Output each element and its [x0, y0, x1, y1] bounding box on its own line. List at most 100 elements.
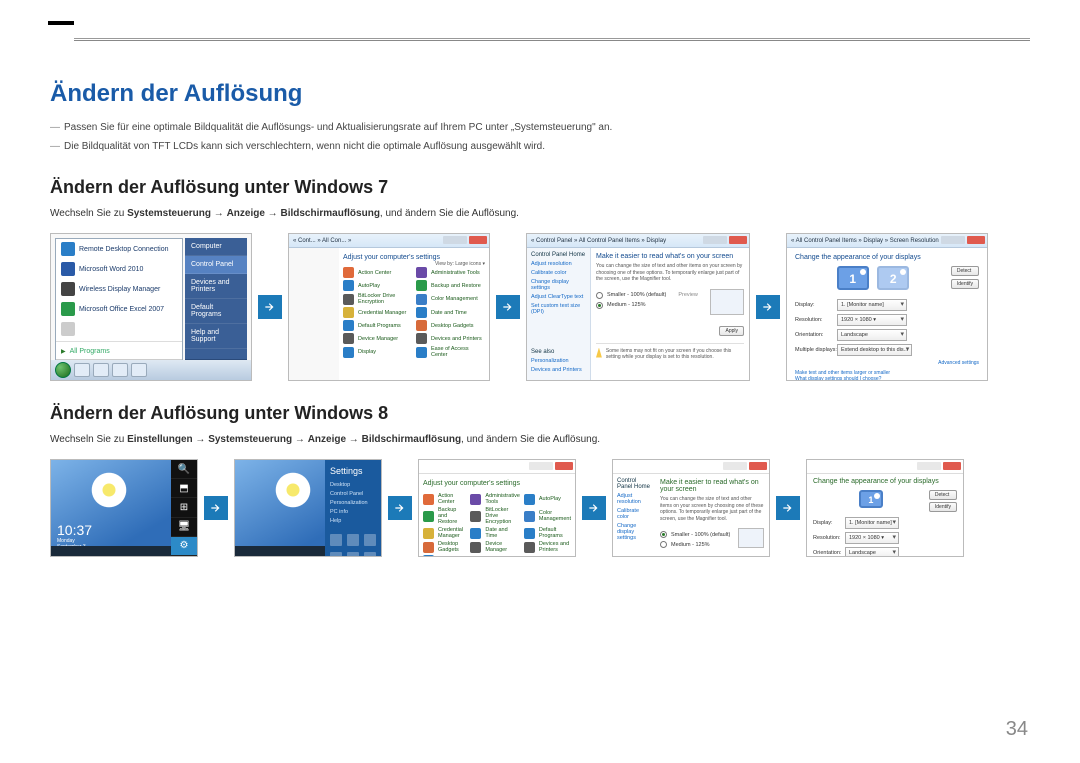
arrow-icon — [776, 496, 800, 520]
window-titlebar: « Control Panel » All Control Panel Item… — [527, 234, 749, 248]
radio-medium[interactable]: Medium - 125% — [660, 541, 730, 548]
link[interactable]: Change display settings — [531, 279, 586, 291]
display-sidebar: Control Panel Home Adjust resolution Cal… — [527, 248, 591, 380]
detect-button[interactable]: Detect — [929, 490, 957, 500]
radio-smaller[interactable]: Smaller - 100% (default)Preview — [596, 292, 698, 299]
taskbar-icon[interactable] — [93, 363, 109, 377]
link[interactable]: Calibrate color — [531, 270, 586, 276]
cp-item[interactable]: Devices and Printers — [416, 333, 485, 344]
charm-devices-icon[interactable]: 🖥 — [171, 518, 197, 537]
link[interactable]: Adjust ClearType text — [531, 294, 586, 300]
link[interactable]: Personalization — [531, 358, 582, 364]
sm-right-defaults[interactable]: Default Programs — [185, 299, 247, 324]
cp-item[interactable]: BitLocker Drive Encryption — [343, 293, 412, 305]
settings-item-controlpanel[interactable]: Control Panel — [330, 491, 376, 497]
close-icon[interactable] — [729, 236, 747, 244]
link-adjust-resolution[interactable]: Adjust resolution — [617, 493, 651, 505]
sm-right-computer[interactable]: Computer — [185, 238, 247, 256]
close-icon[interactable] — [967, 236, 985, 244]
cp-item[interactable]: Administrative Tools — [416, 267, 485, 278]
sm-right-help[interactable]: Help and Support — [185, 324, 247, 349]
close-icon[interactable] — [555, 462, 573, 470]
win7-display-shot: « Control Panel » All Control Panel Item… — [526, 233, 750, 381]
link[interactable]: Change display settings — [617, 523, 651, 541]
arrow-icon — [496, 295, 520, 319]
settings-item[interactable]: Personalization — [330, 500, 376, 506]
apply-button[interactable]: Apply — [719, 326, 744, 336]
start-orb-icon[interactable] — [55, 362, 71, 378]
orientation-select[interactable]: Landscape — [837, 329, 907, 341]
close-icon[interactable] — [469, 236, 487, 244]
sm-right-controlpanel[interactable]: Control Panel — [185, 256, 247, 274]
detect-button[interactable]: Detect — [951, 266, 979, 276]
cp-item[interactable]: Action Center — [423, 493, 466, 505]
res-heading: Change the appearance of your displays — [813, 478, 957, 485]
cp-item[interactable]: AutoPlay — [343, 280, 412, 291]
cp-item-display[interactable]: Display — [423, 555, 466, 557]
link-adjust-resolution[interactable]: Adjust resolution — [531, 261, 586, 267]
sm-item-blank — [79, 326, 81, 333]
cp-item[interactable]: Date and Time — [416, 307, 485, 318]
resolution-select[interactable]: 1920 × 1080 ▾ — [845, 532, 899, 544]
sm-item[interactable]: Remote Desktop Connection — [79, 246, 169, 253]
cp-item[interactable]: Default Programs — [524, 527, 571, 539]
settings-item[interactable]: Help — [330, 518, 376, 524]
cp-item[interactable]: AutoPlay — [524, 493, 571, 505]
link[interactable]: Set custom text size (DPI) — [531, 303, 586, 315]
cp-item[interactable]: Color Management — [416, 293, 485, 305]
sm-right-devices[interactable]: Devices and Printers — [185, 274, 247, 299]
sm-item[interactable]: Wireless Display Manager — [79, 286, 160, 293]
advanced-settings-link[interactable]: Advanced settings — [795, 360, 979, 366]
cp-item[interactable]: Credential Manager — [343, 307, 412, 318]
cp-item-display[interactable]: Display — [343, 346, 412, 358]
link[interactable]: What display settings should I choose? — [795, 376, 979, 381]
monitor-1-icon[interactable]: 1 — [837, 266, 869, 290]
radio-medium[interactable]: Medium - 125% — [596, 302, 698, 309]
orientation-select[interactable]: Landscape — [845, 547, 899, 557]
cp-item[interactable]: Administrative Tools — [470, 493, 520, 505]
cp-item[interactable]: Device Manager — [343, 333, 412, 344]
charm-start-icon[interactable]: ⊞ — [171, 498, 197, 517]
monitor-1-icon[interactable]: 1 — [859, 490, 883, 508]
close-icon[interactable] — [749, 462, 767, 470]
charm-settings-icon[interactable]: ⚙ — [171, 537, 197, 556]
arrow-icon — [582, 496, 606, 520]
cp-item[interactable]: Devices and Printers — [524, 541, 571, 553]
identify-button[interactable]: Identify — [951, 279, 979, 289]
cp-item[interactable]: Device Manager — [470, 541, 520, 553]
cp-item[interactable]: Backup and Restore — [423, 507, 466, 525]
link[interactable]: Devices and Printers — [531, 367, 582, 373]
cp-item[interactable]: BitLocker Drive Encryption — [470, 507, 520, 525]
settings-item[interactable]: PC info — [330, 509, 376, 515]
settings-item[interactable]: Desktop — [330, 482, 376, 488]
multi-select[interactable]: Extend desktop to this dis... — [837, 344, 912, 356]
cp-item[interactable]: Desktop Gadgets — [416, 320, 485, 331]
cp-item[interactable]: Action Center — [343, 267, 412, 278]
cp-item[interactable]: Default Programs — [343, 320, 412, 331]
link[interactable]: Calibrate color — [617, 508, 651, 520]
sm-item[interactable]: Microsoft Office Excel 2007 — [79, 306, 164, 313]
taskbar-icon[interactable] — [112, 363, 128, 377]
flower-wallpaper-icon — [273, 470, 313, 510]
cp-item[interactable]: Ease of Access Center — [416, 346, 485, 358]
resolution-select[interactable]: 1920 × 1080 ▾ — [837, 314, 907, 326]
cp-item[interactable]: Date and Time — [470, 527, 520, 539]
identify-button[interactable]: Identify — [929, 502, 957, 512]
display-select[interactable]: 1. [Monitor name] — [845, 517, 899, 529]
cp-item[interactable]: Desktop Gadgets — [423, 541, 466, 553]
taskbar-icon[interactable] — [74, 363, 90, 377]
cp-item[interactable]: Backup and Restore — [416, 280, 485, 291]
close-icon[interactable] — [943, 462, 961, 470]
display-select[interactable]: 1. [Monitor name] — [837, 299, 907, 311]
charm-share-icon[interactable]: ⬒ — [171, 479, 197, 498]
cp-item[interactable]: Color Management — [524, 507, 571, 525]
charm-search-icon[interactable]: 🔍 — [171, 460, 197, 479]
all-programs[interactable]: All Programs — [56, 344, 182, 359]
radio-smaller[interactable]: Smaller - 100% (default) — [660, 531, 730, 538]
taskbar-icon[interactable] — [131, 363, 147, 377]
win8-path: Wechseln Sie zu Einstellungen → Systemst… — [50, 434, 1030, 445]
monitor-2-icon[interactable]: 2 — [877, 266, 909, 290]
cp-item[interactable]: Credential Manager — [423, 527, 466, 539]
sm-item[interactable]: Microsoft Word 2010 — [79, 266, 143, 273]
cp-heading: Adjust your computer's settings — [343, 254, 440, 261]
